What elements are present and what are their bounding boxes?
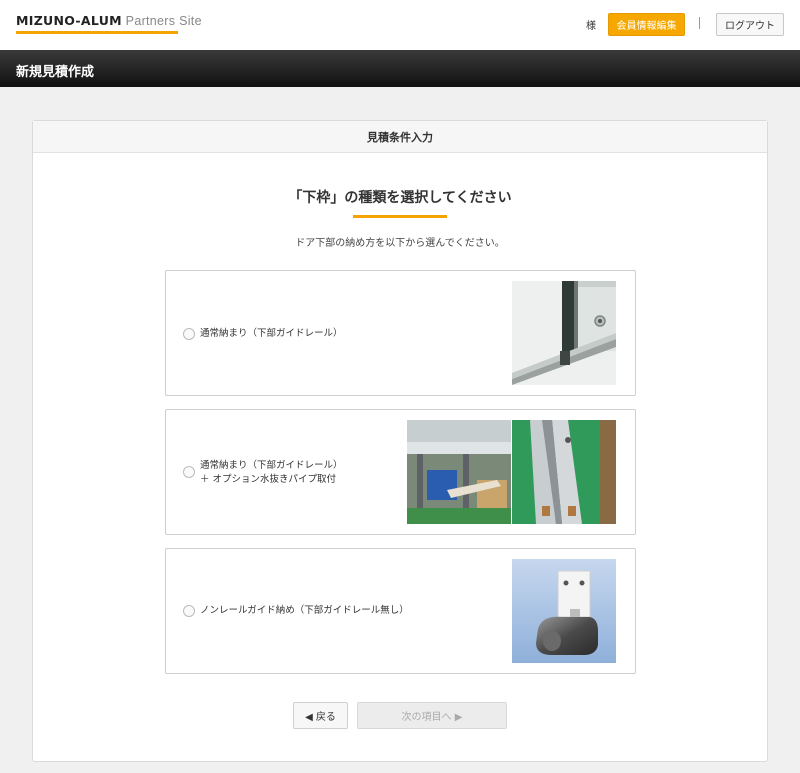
rail-closeup-image (512, 420, 616, 524)
standard-rail-photo (512, 281, 616, 385)
option-standard-rail[interactable]: 通常納まり（下部ガイドレール） (165, 270, 636, 396)
option-label: 通常納まり（下部ガイドレール） ＋ オプション水抜きパイプ取付 (200, 459, 343, 487)
logo-brand: MIZUNO-ALUM (16, 13, 122, 28)
top-bar: MIZUNO-ALUM Partners Site 様 会員情報編集 ログアウト (0, 0, 800, 50)
workshop-image (407, 420, 511, 524)
option-label: 通常納まり（下部ガイドレール） (200, 327, 343, 341)
estimate-panel: 見積条件入力 「下枠」の種類を選択してください ドア下部の納め方を以下から選んで… (32, 120, 768, 762)
drain-pipe-photo-left (407, 420, 511, 524)
option-label-line2: ＋ オプション水抜きパイプ取付 (200, 474, 337, 485)
option-label-line1: 通常納まり（下部ガイドレール） (200, 328, 343, 339)
back-button[interactable]: ◀ 戻る (293, 702, 348, 729)
panel-header: 見積条件入力 (33, 121, 767, 153)
question-title: 「下枠」の種類を選択してください (288, 190, 512, 206)
page-title: 新規見積作成 (16, 65, 95, 80)
option-label-line1: ノンレールガイド納め（下部ガイドレール無し） (200, 605, 409, 616)
user-name-suffix: 様 (586, 21, 596, 32)
non-rail-guide-photo (512, 559, 616, 663)
door-rail-image (512, 281, 616, 385)
question-description: ドア下部の納め方を以下から選んでください。 (295, 238, 505, 249)
member-edit-button[interactable]: 会員情報編集 (608, 13, 685, 36)
question-underline (353, 215, 447, 218)
option-label: ノンレールガイド納め（下部ガイドレール無し） (200, 604, 409, 618)
option-radio[interactable] (183, 605, 195, 617)
logo-subtitle: Partners Site (121, 14, 202, 28)
header-divider (699, 17, 700, 29)
guide-roller-image (512, 559, 616, 663)
option-label-line1: 通常納まり（下部ガイドレール） (200, 460, 343, 471)
option-non-rail-guide[interactable]: ノンレールガイド納め（下部ガイドレール無し） (165, 548, 636, 674)
logout-button[interactable]: ログアウト (716, 13, 784, 36)
logo-underline (16, 31, 178, 34)
option-standard-rail-drain-pipe[interactable]: 通常納まり（下部ガイドレール） ＋ オプション水抜きパイプ取付 (165, 409, 636, 535)
option-radio[interactable] (183, 328, 195, 340)
drain-pipe-photo-right (512, 420, 616, 524)
option-radio[interactable] (183, 466, 195, 478)
site-logo[interactable]: MIZUNO-ALUM Partners Site (16, 13, 202, 28)
page-title-bar: 新規見積作成 (0, 50, 800, 87)
next-button[interactable]: 次の項目へ ▶ (357, 702, 507, 729)
